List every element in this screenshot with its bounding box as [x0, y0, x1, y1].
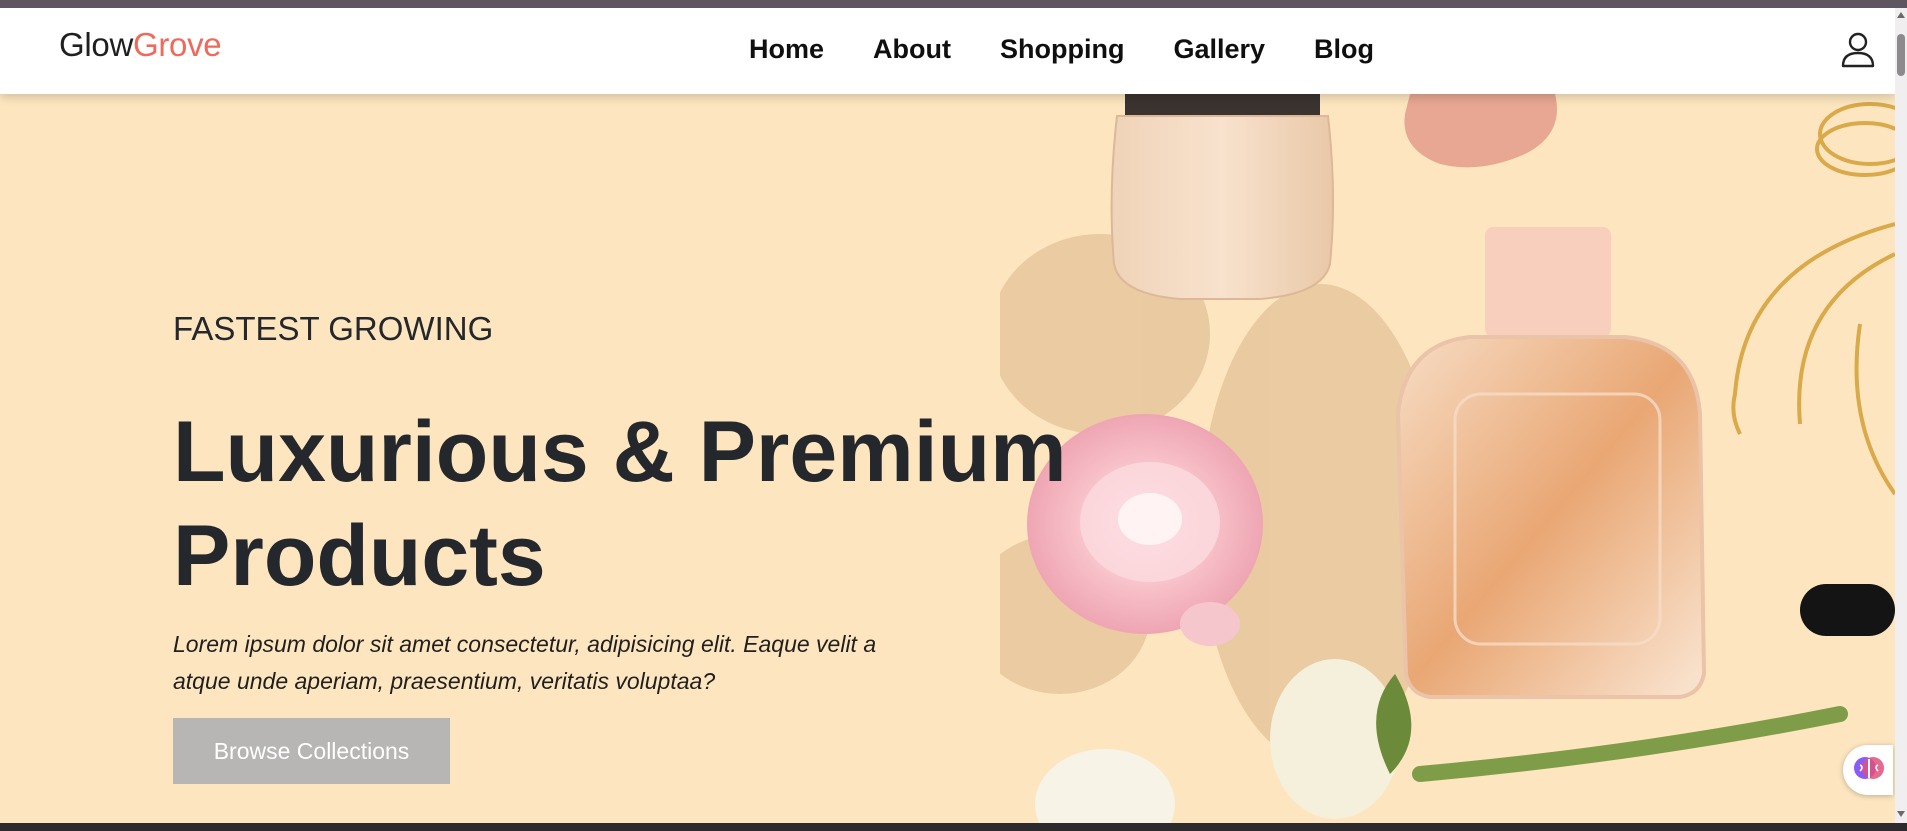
nav-link-shopping[interactable]: Shopping — [1000, 34, 1124, 65]
scroll-up-arrow[interactable] — [1897, 12, 1905, 18]
nav-link-home[interactable]: Home — [749, 34, 824, 65]
brand-logo[interactable]: GlowGrove — [59, 26, 222, 64]
browser-bottom-strip — [0, 823, 1907, 831]
scroll-down-arrow[interactable] — [1897, 811, 1905, 817]
page-scrollbar[interactable] — [1895, 8, 1907, 823]
scroll-thumb[interactable] — [1897, 34, 1905, 76]
browse-collections-button[interactable]: Browse Collections — [173, 718, 450, 784]
navbar: GlowGrove Home About Shopping Gallery Bl… — [0, 8, 1895, 94]
hero-headline: Luxurious & Premium Products — [173, 404, 1067, 604]
ai-assistant-widget[interactable] — [1843, 745, 1893, 795]
hero-eyebrow: FASTEST GROWING — [173, 310, 494, 347]
perfume-bottle — [1395, 227, 1707, 699]
nav-link-blog[interactable]: Blog — [1314, 34, 1374, 65]
foundation-bottle — [1110, 94, 1335, 300]
green-stem — [1412, 706, 1848, 782]
gold-bracelets — [1731, 102, 1895, 496]
brand-name-second: Grove — [133, 26, 222, 63]
nav-links: Home About Shopping Gallery Blog — [749, 34, 1374, 65]
hero-product-image — [1000, 94, 1895, 823]
makeup-sponge — [1404, 94, 1557, 168]
hero-description: Lorem ipsum dolor sit amet consectetur, … — [173, 631, 877, 694]
brain-icon — [1854, 757, 1884, 779]
brand-name-first: Glow — [59, 26, 133, 63]
user-icon[interactable] — [1840, 30, 1876, 68]
black-cap — [1800, 584, 1895, 636]
nav-link-about[interactable]: About — [873, 34, 951, 65]
nav-link-gallery[interactable]: Gallery — [1173, 34, 1265, 65]
browser-top-strip — [0, 0, 1907, 8]
page: GlowGrove Home About Shopping Gallery Bl… — [0, 8, 1895, 823]
